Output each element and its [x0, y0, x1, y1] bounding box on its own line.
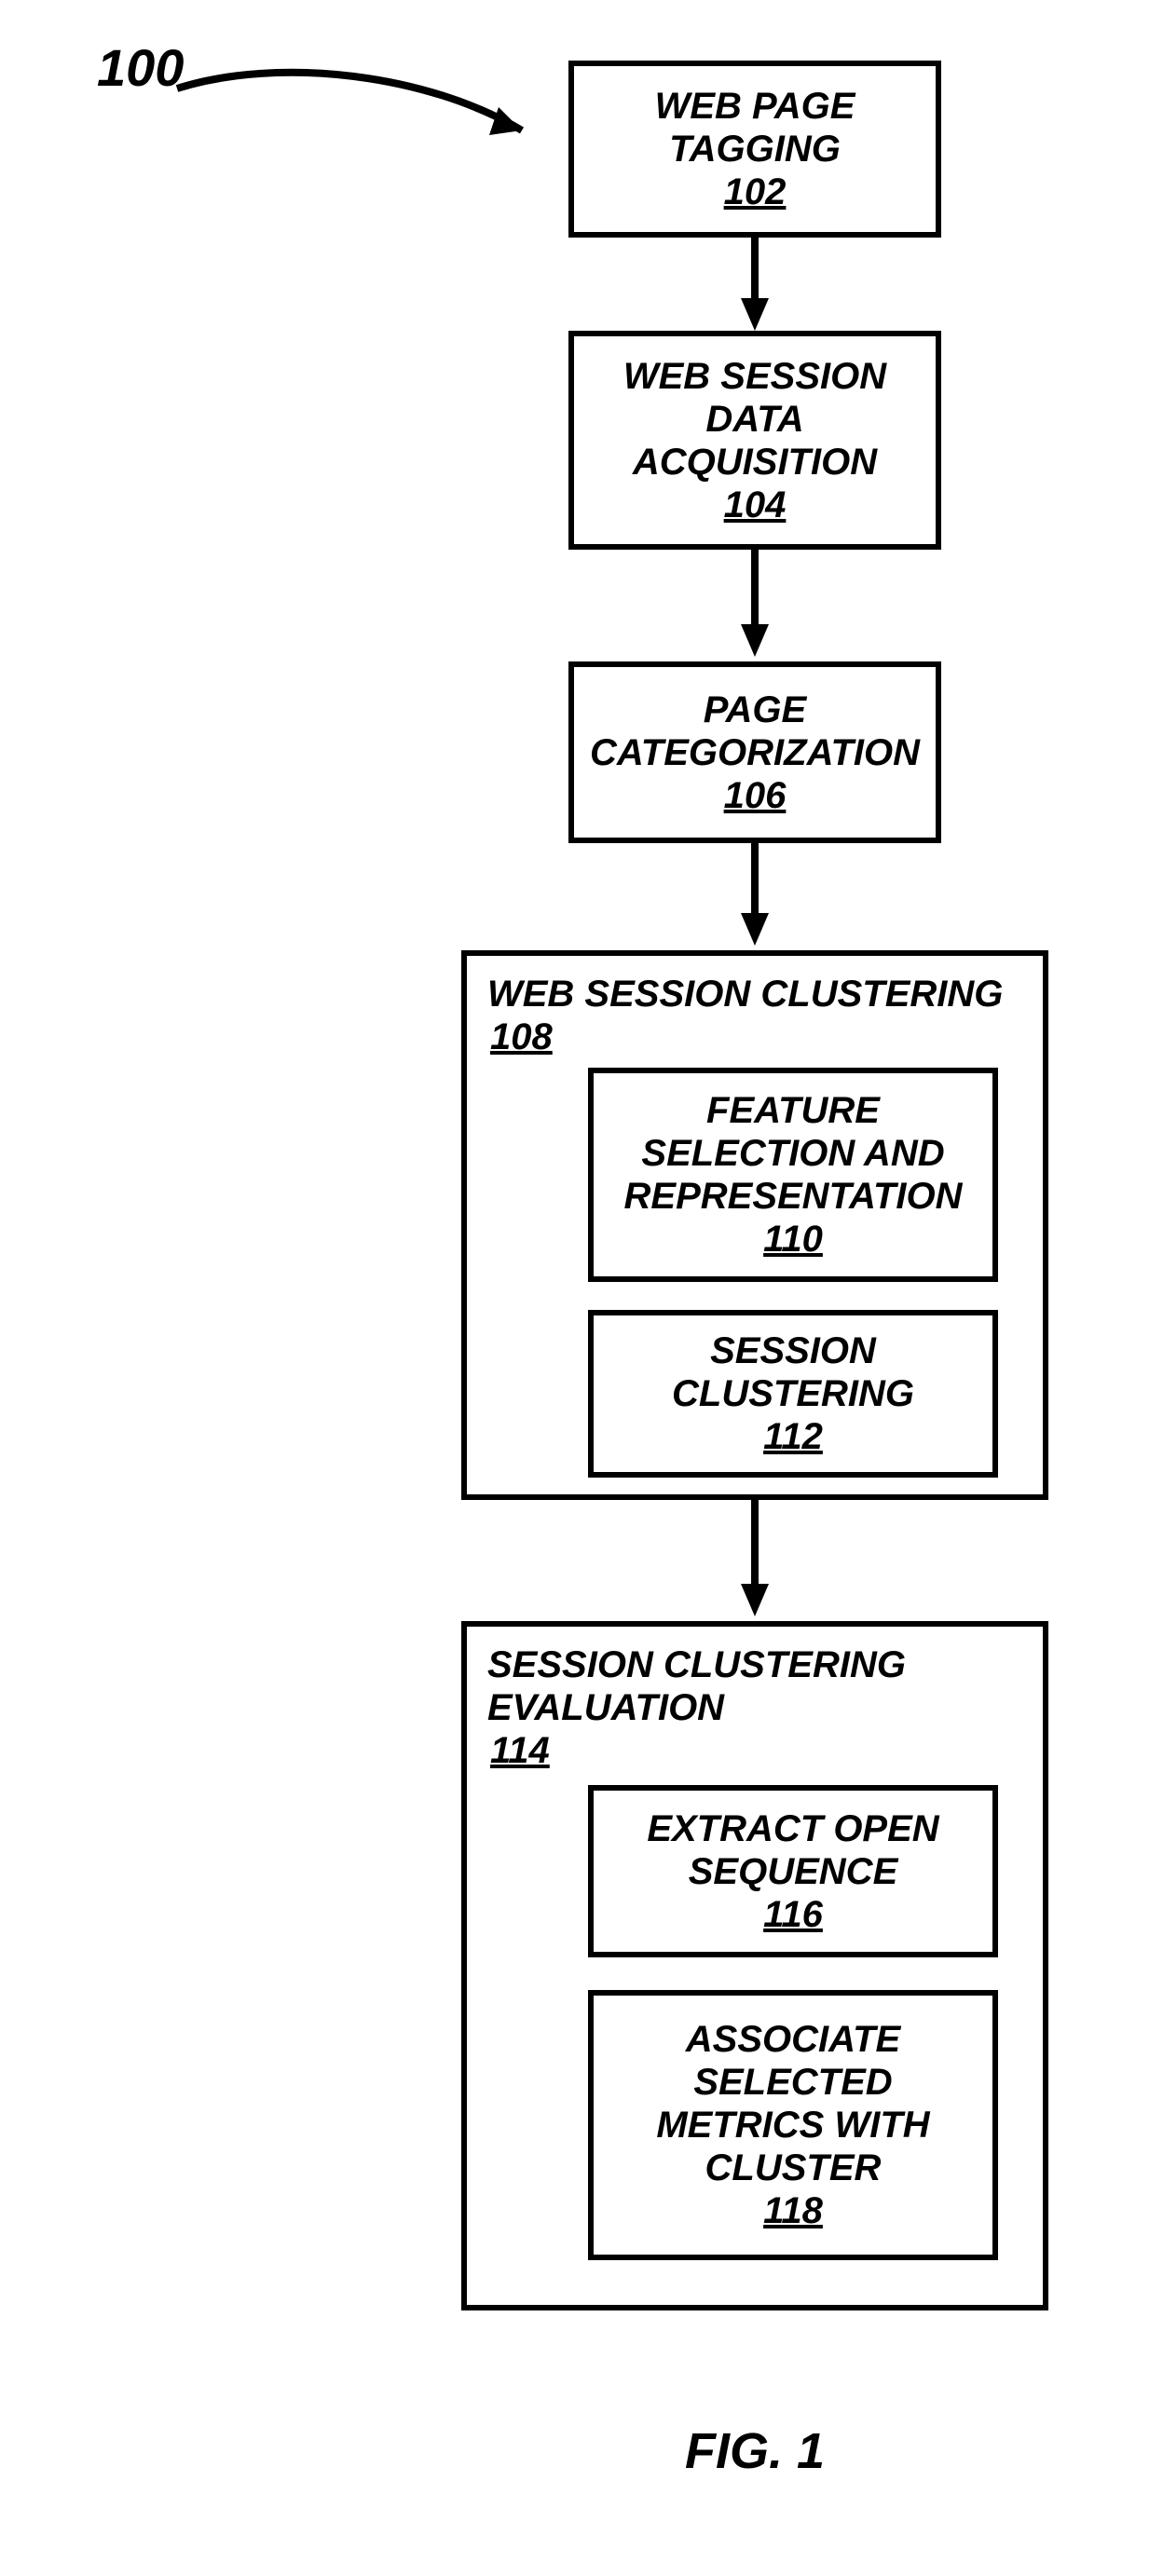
box-page-categorization: PAGE CATEGORIZATION 106 — [568, 661, 941, 843]
box-header: SESSION CLUSTERING EVALUATION 114 — [487, 1643, 1043, 1772]
arrow-102-104 — [741, 238, 769, 340]
box-associate-metrics: ASSOCIATE SELECTED METRICS WITH CLUSTER … — [588, 1990, 998, 2260]
box-session-clustering: SESSION CLUSTERING 112 — [588, 1310, 998, 1478]
box-title: FEATURE SELECTION AND REPRESENTATION — [612, 1089, 974, 1218]
box-number: 118 — [760, 2189, 826, 2232]
diagram-canvas: 100 WEB PAGE TAGGING 102 WEB SESSION DAT… — [0, 0, 1163, 2576]
box-number: 110 — [760, 1218, 826, 1261]
box-web-session-data-acq: WEB SESSION DATA ACQUISITION 104 — [568, 331, 941, 550]
box-header: WEB SESSION CLUSTERING 108 — [487, 973, 1003, 1058]
pointer-arrow-100 — [168, 65, 559, 168]
box-extract-open-sequence: EXTRACT OPEN SEQUENCE 116 — [588, 1785, 998, 1957]
figure-label: FIG. 1 — [662, 2422, 848, 2480]
box-number: 116 — [760, 1893, 826, 1936]
box-number: 112 — [760, 1415, 826, 1458]
box-title: WEB SESSION DATA ACQUISITION — [593, 355, 917, 484]
box-title: WEB PAGE TAGGING — [593, 85, 917, 170]
box-session-clustering-eval: SESSION CLUSTERING EVALUATION 114 EXTRAC… — [461, 1621, 1048, 2310]
arrow-106-108 — [741, 843, 769, 950]
box-web-page-tagging: WEB PAGE TAGGING 102 — [568, 61, 941, 238]
box-number: 104 — [721, 484, 789, 526]
box-number: 106 — [721, 774, 789, 817]
box-title: EXTRACT OPEN SEQUENCE — [612, 1807, 974, 1893]
box-title: PAGE CATEGORIZATION — [590, 688, 920, 774]
arrow-108-114 — [741, 1500, 769, 1621]
box-web-session-clustering: WEB SESSION CLUSTERING 108 FEATURE SELEC… — [461, 950, 1048, 1500]
box-title: SESSION CLUSTERING — [612, 1329, 974, 1415]
box-number: 108 — [487, 1015, 555, 1058]
box-number: 114 — [487, 1729, 553, 1772]
box-title: WEB SESSION CLUSTERING — [487, 973, 1003, 1015]
box-title: SESSION CLUSTERING EVALUATION — [487, 1643, 1043, 1729]
box-number: 102 — [721, 170, 789, 213]
box-feature-selection: FEATURE SELECTION AND REPRESENTATION 110 — [588, 1068, 998, 1282]
box-title: ASSOCIATE SELECTED METRICS WITH CLUSTER — [612, 2018, 974, 2189]
arrow-104-106 — [741, 550, 769, 661]
